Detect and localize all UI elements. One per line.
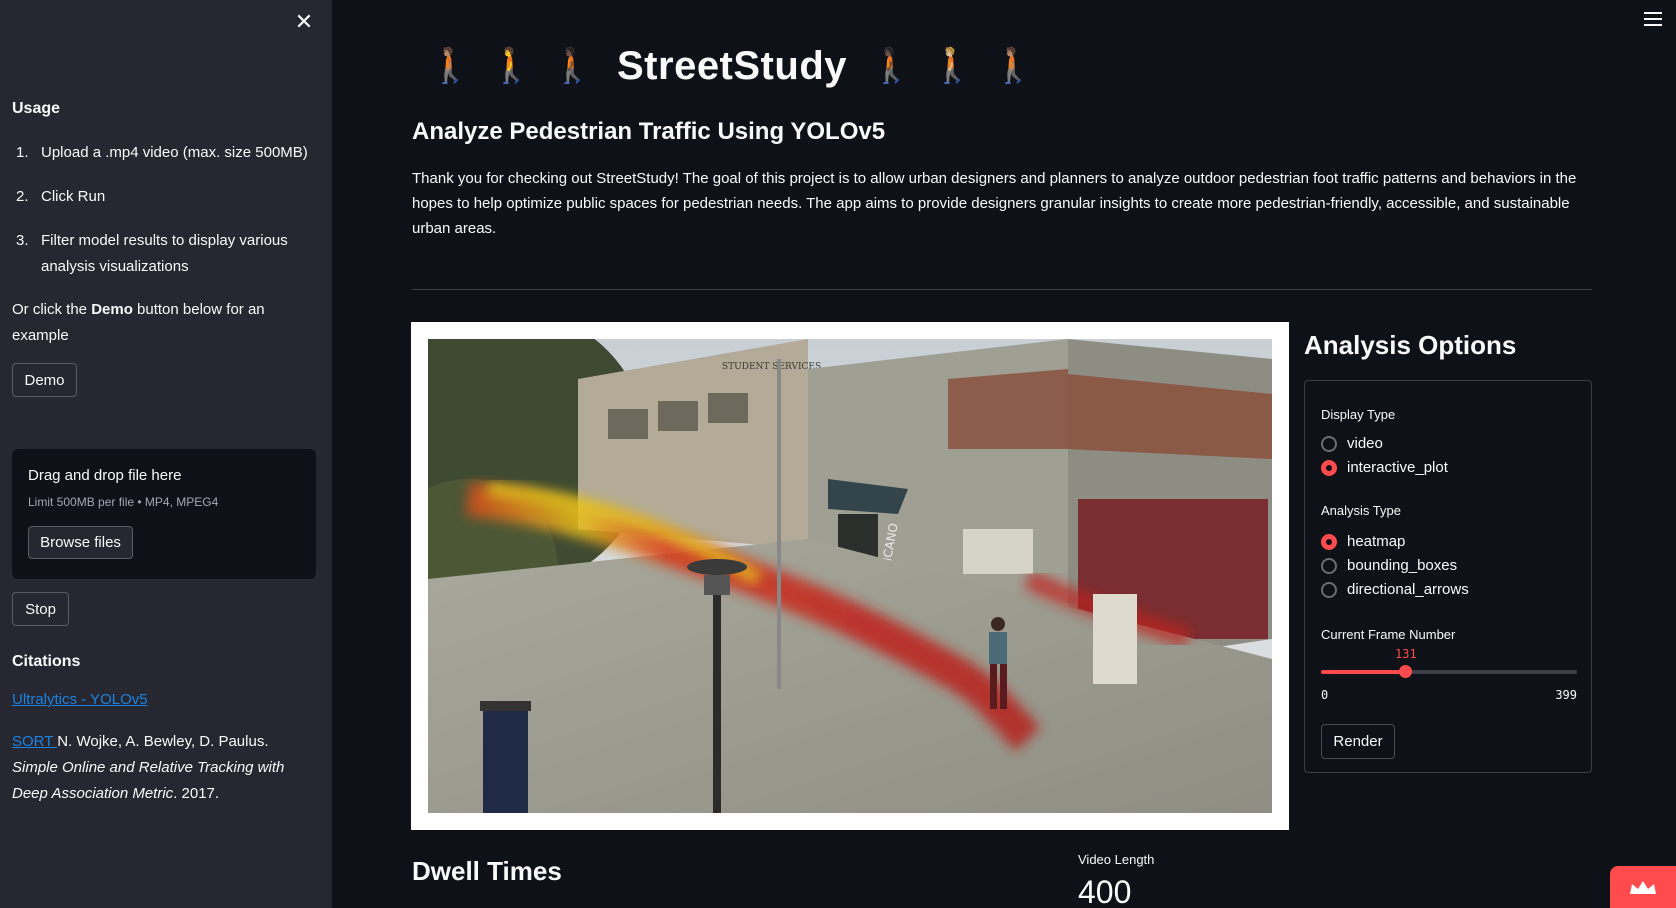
frame-slider-thumb[interactable]: [1399, 665, 1413, 678]
list-number: 1.: [16, 144, 29, 161]
radio-label: directional_arrows: [1347, 581, 1469, 598]
citation-ultralytics: Ultralytics - YOLOv5: [12, 687, 302, 713]
list-item: 2. Click Run: [12, 184, 312, 210]
list-text: Filter model results to display various …: [41, 232, 288, 275]
radio-label: heatmap: [1347, 533, 1406, 550]
radio-display-video[interactable]: video: [1321, 435, 1383, 452]
demo-hint-prefix: Or click the: [12, 301, 92, 318]
radio-display-interactive-plot[interactable]: interactive_plot: [1321, 459, 1448, 476]
radio-unchecked-icon: [1321, 435, 1337, 452]
list-item: 1. Upload a .mp4 video (max. size 500MB): [12, 140, 312, 166]
citations-heading: Citations: [12, 653, 81, 670]
building-sign: STUDENT SERVICES: [722, 362, 821, 372]
list-text: Upload a .mp4 video (max. size 500MB): [41, 144, 308, 161]
frame-slider-max: 399: [1555, 688, 1577, 702]
hamburger-menu-icon[interactable]: [1644, 12, 1662, 26]
divider: [412, 289, 1592, 290]
video-length-label: Video Length: [1078, 852, 1155, 867]
demo-hint: Or click the Demo button below for an ex…: [12, 297, 302, 349]
radio-label: video: [1347, 435, 1383, 452]
pedestrian-emoji-icon: 🚶🏿: [551, 47, 594, 85]
radio-analysis-heatmap[interactable]: heatmap: [1321, 533, 1405, 550]
frame-slider-min: 0: [1321, 688, 1329, 702]
intro-paragraph: Thank you for checking out StreetStudy! …: [412, 170, 1577, 237]
stop-button[interactable]: Stop: [12, 592, 69, 626]
demo-button[interactable]: Demo: [12, 363, 77, 397]
dwell-times-title: Dwell Times: [412, 856, 562, 886]
ultralytics-link[interactable]: Ultralytics - YOLOv5: [12, 691, 148, 708]
browse-files-button[interactable]: Browse files: [28, 526, 133, 559]
frame-slider-value: 131: [1395, 647, 1417, 661]
frame-slider[interactable]: [1321, 665, 1577, 678]
page-subtitle: Analyze Pedestrian Traffic Using YOLOv5: [412, 118, 886, 145]
radio-checked-icon: [1321, 459, 1337, 476]
interactive-plot-frame[interactable]: STUDENT SERVICES CHICANO: [411, 322, 1289, 830]
pedestrian-emoji-icon: 🚶🏿: [870, 47, 913, 85]
citation-year: . 2017.: [173, 785, 220, 802]
radio-unchecked-icon: [1321, 557, 1337, 574]
citation-sort: SORT N. Wojke, A. Bewley, D. Paulus. Sim…: [12, 729, 312, 807]
crown-icon: [1630, 881, 1656, 894]
list-text: Click Run: [41, 188, 106, 205]
frame-number-label: Current Frame Number: [1321, 627, 1456, 642]
citation-authors: N. Wojke, A. Bewley, D. Paulus.: [57, 733, 269, 750]
uploader-limit: Limit 500MB per file • MP4, MPEG4: [28, 495, 219, 509]
pedestrian-emoji-icon: 🚶🏼: [931, 47, 974, 85]
citation-title: Simple Online and Relative Tracking with…: [12, 759, 285, 802]
pedestrian-emoji-icon: 🚶🏽: [992, 47, 1035, 85]
list-number: 2.: [16, 188, 29, 205]
usage-list: 1. Upload a .mp4 video (max. size 500MB)…: [12, 140, 312, 298]
radio-analysis-bounding-boxes[interactable]: bounding_boxes: [1321, 557, 1457, 574]
heatmap-scene-image: STUDENT SERVICES CHICANO: [428, 339, 1272, 813]
video-length-value: 400: [1078, 874, 1132, 908]
pedestrian-emoji-icon: 🚶: [490, 47, 533, 85]
streamlit-badge[interactable]: [1610, 866, 1676, 908]
radio-checked-icon: [1321, 533, 1337, 550]
radio-label: interactive_plot: [1347, 459, 1448, 476]
analysis-type-label: Analysis Type: [1321, 503, 1401, 518]
page-title-row: 🚶🏽 🚶 🚶🏿 StreetStudy 🚶🏿 🚶🏼 🚶🏽: [420, 40, 1044, 92]
demo-hint-bold: Demo: [91, 301, 133, 318]
sort-link[interactable]: SORT: [12, 733, 57, 750]
file-uploader-dropzone[interactable]: Drag and drop file here Limit 500MB per …: [12, 449, 316, 579]
close-sidebar-icon[interactable]: ✕: [292, 10, 316, 34]
analysis-options-panel: Display Type video interactive_plot Anal…: [1304, 380, 1592, 773]
usage-heading: Usage: [12, 100, 61, 117]
page-title: StreetStudy: [617, 43, 847, 88]
display-type-label: Display Type: [1321, 407, 1396, 422]
sidebar: ✕ Usage 1. Upload a .mp4 video (max. siz…: [0, 0, 332, 908]
uploader-title: Drag and drop file here: [28, 467, 182, 484]
list-number: 3.: [16, 232, 29, 249]
render-button[interactable]: Render: [1321, 724, 1395, 759]
radio-unchecked-icon: [1321, 581, 1337, 598]
heatmap-video-frame: STUDENT SERVICES CHICANO: [428, 339, 1272, 813]
analysis-options-title: Analysis Options: [1304, 330, 1517, 360]
radio-analysis-directional-arrows[interactable]: directional_arrows: [1321, 581, 1469, 598]
list-item: 3. Filter model results to display vario…: [12, 228, 312, 280]
pedestrian-emoji-icon: 🚶🏽: [429, 47, 472, 85]
frame-slider-fill: [1321, 670, 1406, 674]
radio-label: bounding_boxes: [1347, 557, 1458, 574]
